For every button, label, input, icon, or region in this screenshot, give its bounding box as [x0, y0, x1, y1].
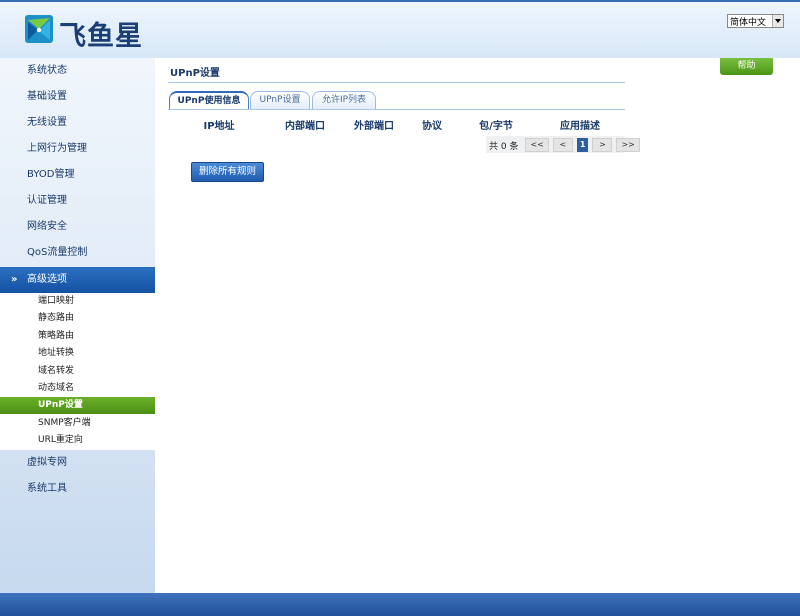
subitem-upnp[interactable]: UPnP设置	[0, 397, 155, 414]
brand-logo: 飞鱼星	[25, 13, 155, 52]
first-page-button[interactable]: <<	[525, 138, 549, 152]
header: 飞鱼星 简体中文	[0, 0, 800, 58]
sidebar-item-advanced[interactable]: » 高级选项	[0, 267, 155, 293]
column-header-external-port: 外部端口	[354, 121, 394, 132]
sidebar-item-wireless-settings[interactable]: 无线设置	[0, 110, 155, 136]
double-chevron-down-icon: »	[11, 274, 18, 285]
subitem-static-route[interactable]: 静态路由	[0, 310, 155, 327]
column-header-app-description: 应用描述	[560, 121, 600, 132]
footer	[0, 593, 800, 616]
divider	[168, 82, 625, 83]
sidebar-item-basic-settings[interactable]: 基础设置	[0, 84, 155, 110]
advanced-submenu: 端口映射 静态路由 策略路由 地址转换 域名转发 动态域名 UPnP设置 SNM…	[0, 293, 155, 450]
last-page-button[interactable]: >>	[616, 138, 640, 152]
divider	[168, 109, 625, 110]
subitem-policy-route[interactable]: 策略路由	[0, 328, 155, 345]
tab-upnp-settings[interactable]: UPnP设置	[250, 91, 310, 109]
sidebar-item-authentication[interactable]: 认证管理	[0, 188, 155, 214]
page-title: UPnP设置	[170, 68, 220, 79]
sidebar-item-label: 高级选项	[27, 274, 67, 285]
column-header-internal-port: 内部端口	[285, 121, 325, 132]
language-select[interactable]: 简体中文	[727, 14, 784, 28]
total-count: 共 0 条	[489, 141, 519, 152]
sidebar-item-network-security[interactable]: 网络安全	[0, 214, 155, 240]
brand-name: 飞鱼星	[59, 21, 143, 52]
subitem-port-mapping[interactable]: 端口映射	[0, 293, 155, 310]
sidebar-item-system-status[interactable]: 系统状态	[0, 58, 155, 84]
sidebar-item-vpn[interactable]: 虚拟专网	[0, 450, 155, 476]
current-page[interactable]: 1	[576, 138, 589, 152]
sidebar-item-behavior-management[interactable]: 上网行为管理	[0, 136, 155, 162]
sidebar-item-byod[interactable]: BYOD管理	[0, 162, 155, 188]
tab-allowed-ip-list[interactable]: 允许IP列表	[312, 91, 376, 109]
subitem-url-redirect[interactable]: URL重定向	[0, 432, 155, 449]
sidebar-item-qos[interactable]: QoS流量控制	[0, 240, 155, 266]
subitem-ddns[interactable]: 动态域名	[0, 380, 155, 397]
subitem-snmp[interactable]: SNMP客户端	[0, 415, 155, 432]
prev-page-button[interactable]: <	[552, 138, 573, 152]
tab-upnp-info[interactable]: UPnP使用信息	[169, 91, 249, 109]
sidebar-item-system-tools[interactable]: 系统工具	[0, 476, 155, 502]
column-header-ip: IP地址	[203, 121, 235, 132]
subitem-dns-forward[interactable]: 域名转发	[0, 363, 155, 380]
logo-icon	[25, 15, 53, 43]
next-page-button[interactable]: >	[592, 138, 613, 152]
column-header-protocol: 协议	[422, 121, 442, 132]
delete-all-rules-button[interactable]: 删除所有规则	[191, 162, 264, 182]
help-button[interactable]: 帮助	[720, 58, 773, 75]
chevron-down-icon[interactable]	[772, 15, 783, 27]
column-header-packets-bytes: 包/字节	[479, 121, 513, 132]
pagination: 共 0 条 << < 1 > >>	[489, 137, 640, 153]
sidebar: 系统状态 基础设置 无线设置 上网行为管理 BYOD管理 认证管理 网络安全 Q…	[0, 58, 155, 593]
language-value: 简体中文	[730, 17, 767, 28]
subitem-nat[interactable]: 地址转换	[0, 345, 155, 362]
